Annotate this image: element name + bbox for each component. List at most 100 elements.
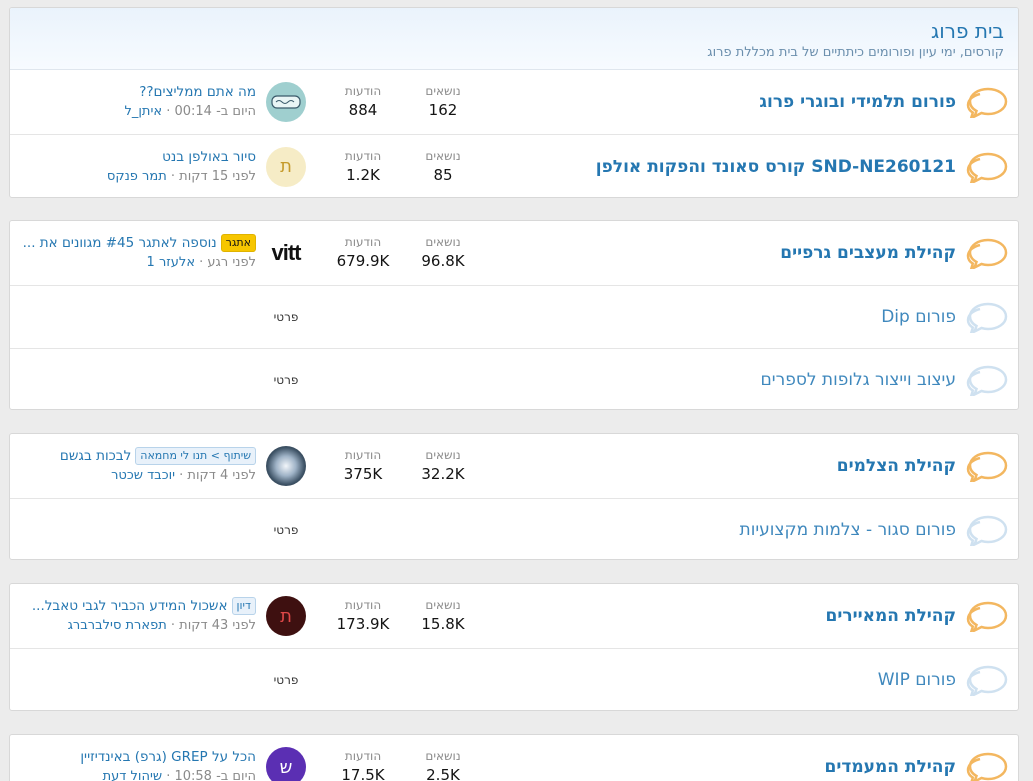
last-post-user[interactable]: אלעזר 1 [147, 255, 195, 270]
posts-stat: הודעות 679.9K [328, 234, 398, 272]
forum-node-row: פורום WIP פרטי [10, 648, 1018, 710]
last-post-title-wrap: שיתוף > תנו לי מחמאהלבכות בגשם [16, 446, 256, 466]
last-post-user[interactable]: שיהול דעת [103, 769, 162, 781]
forum-read-icon[interactable] [966, 514, 1008, 546]
forum-title[interactable]: פורום תלמידי ובוגרי פרוג [759, 92, 956, 112]
last-post-time[interactable]: לפני 15 דקות · [167, 169, 256, 184]
posts-stat: הודעות 375K [328, 447, 398, 485]
avatar[interactable] [266, 82, 306, 122]
forum-title[interactable]: SND-NE260121 קורס סאונד והפקות אולפן [596, 157, 956, 177]
private-label: פרטי [273, 522, 299, 537]
forum-unread-icon[interactable] [966, 751, 1008, 781]
topics-label: נושאים [425, 598, 461, 612]
last-post-user[interactable]: תמר פנקס [107, 169, 167, 184]
posts-label: הודעות [344, 448, 382, 462]
avatar[interactable] [266, 446, 306, 486]
thread-prefix-badge[interactable]: שיתוף > תנו לי מחמאה [135, 447, 256, 465]
last-post-user[interactable]: יוכבד שכטר [111, 468, 175, 483]
forum-read-icon[interactable] [966, 664, 1008, 697]
category-block-beit-frog: בית פרוג קורסים, ימי עיון ופורומים כיתתי… [9, 7, 1019, 198]
forum-unread-icon[interactable] [966, 237, 1008, 270]
topics-label: נושאים [425, 84, 461, 98]
forum-unread-icon[interactable] [966, 86, 1008, 119]
last-post-title[interactable]: נוספה לאתגר #45 מגוונים את ... [23, 235, 217, 251]
last-post-meta: לפני 4 דקות · יוכבד שכטר [16, 466, 256, 486]
forum-title[interactable]: פורום WIP [878, 670, 956, 690]
topics-stat: נושאים 32.2K [408, 447, 478, 485]
topics-stat: נושאים 15.8K [408, 597, 478, 635]
category-block-photographers: קהילת הצלמים נושאים 32.2K הודעות 375K שי… [9, 433, 1019, 560]
topics-stat: נושאים 96.8K [408, 234, 478, 272]
forum-unread-icon[interactable] [966, 151, 1008, 183]
last-post: אתגרנוספה לאתגר #45 מגוונים את ... לפני … [16, 233, 256, 273]
avatar[interactable]: ת [266, 146, 306, 187]
forum-node-row: פורום סגור - צלמות מקצועיות פרטי [10, 498, 1018, 559]
last-post-title[interactable]: מה אתם ממליצים?? [16, 82, 256, 102]
forum-title[interactable]: קהילת מעצבים גרפיים [780, 243, 956, 263]
topics-count: 162 [428, 101, 458, 119]
last-post-meta: היום ב- 10:58 · שיהול דעת [16, 767, 256, 781]
last-post: שיתוף > תנו לי מחמאהלבכות בגשם לפני 4 דק… [16, 446, 256, 486]
forum-node-row: קהילת הצלמים נושאים 32.2K הודעות 375K שי… [10, 434, 1018, 498]
category-block-layout: קהילת המעמדים נושאים 2.5K הודעות 17.5K ש… [9, 734, 1019, 781]
forum-read-icon[interactable] [966, 364, 1008, 397]
forum-title[interactable]: פורום Dip [881, 307, 956, 327]
topics-label: נושאים [425, 448, 461, 462]
private-label: פרטי [273, 310, 299, 324]
last-post-time[interactable]: לפני רגע · [195, 255, 256, 270]
topics-stat: נושאים 162 [408, 83, 478, 121]
forum-node-row: קהילת מעצבים גרפיים נושאים 96.8K הודעות … [10, 221, 1018, 285]
topics-label: נושאים [425, 148, 461, 163]
last-post: הכל על GREP (גרפ) באינדיזיין היום ב- 10:… [16, 747, 256, 781]
posts-count: 173.9K [336, 615, 390, 633]
posts-count: 375K [343, 465, 383, 483]
topics-label: נושאים [425, 749, 461, 763]
forum-node-row: קהילת המעמדים נושאים 2.5K הודעות 17.5K ש… [10, 735, 1018, 781]
forum-read-icon[interactable] [966, 301, 1008, 334]
last-post-time[interactable]: לפני 4 דקות · [175, 468, 256, 483]
posts-label: הודעות [344, 598, 382, 612]
last-post-meta: היום ב- 00:14 · איתן_ל [16, 102, 257, 122]
forum-title[interactable]: קהילת המאיירים [826, 606, 956, 626]
last-post-title[interactable]: אשכול המידע הכביר לגבי טאבל... [32, 598, 228, 614]
forum-node-row: פורום Dip פרטי [10, 285, 1018, 348]
avatar[interactable]: ש [266, 747, 306, 781]
forum-title[interactable]: קהילת המעמדים [825, 757, 956, 777]
last-post: מה אתם ממליצים?? היום ב- 00:14 · איתן_ל [16, 82, 257, 122]
last-post-title[interactable]: סיור באולפן בנט [16, 147, 256, 167]
posts-label: הודעות [344, 84, 382, 98]
last-post-time[interactable]: היום ב- 10:58 · [162, 769, 256, 781]
posts-stat: הודעות 884 [328, 83, 398, 121]
last-post: סיור באולפן בנט לפני 15 דקות · תמר פנקס [16, 147, 256, 187]
posts-stat: הודעות 17.5K [328, 748, 398, 781]
topics-count: 96.8K [421, 252, 465, 270]
topics-count: 2.5K [426, 766, 460, 781]
topics-label: נושאים [425, 235, 461, 249]
thread-prefix-badge[interactable]: דיון [231, 597, 256, 615]
avatar[interactable]: vitt [266, 233, 306, 273]
forum-node-row: עיצוב וייצור גלופות לספרים פרטי [10, 348, 1018, 409]
posts-count: 884 [348, 101, 378, 119]
avatar[interactable]: ת [266, 596, 306, 636]
last-post-time[interactable]: לפני 43 דקות · [167, 618, 256, 633]
forum-unread-icon[interactable] [966, 450, 1008, 483]
last-post-time[interactable]: היום ב- 00:14 · [162, 104, 256, 119]
category-title[interactable]: בית פרוג [24, 18, 1004, 44]
posts-label: הודעות [344, 749, 382, 763]
last-post-meta: לפני 15 דקות · תמר פנקס [16, 167, 256, 187]
last-post-title[interactable]: לבכות בגשם [60, 448, 131, 464]
forum-title[interactable]: עיצוב וייצור גלופות לספרים [761, 370, 956, 390]
category-header: בית פרוג קורסים, ימי עיון ופורומים כיתתי… [10, 8, 1018, 70]
forum-node-row: קהילת המאיירים נושאים 15.8K הודעות 173.9… [10, 584, 1018, 648]
last-post-user[interactable]: תפארת סילברברג [68, 618, 167, 633]
forum-title[interactable]: קהילת הצלמים [837, 456, 956, 476]
last-post-title[interactable]: הכל על GREP (גרפ) באינדיזיין [16, 747, 256, 767]
category-description: קורסים, ימי עיון ופורומים כיתתיים של בית… [707, 45, 1004, 60]
posts-label: הודעות [344, 235, 382, 249]
forum-title[interactable]: פורום סגור - צלמות מקצועיות [740, 520, 956, 540]
posts-stat: הודעות 173.9K [328, 597, 398, 635]
thread-prefix-badge[interactable]: אתגר [220, 234, 256, 252]
category-block-illustrators: קהילת המאיירים נושאים 15.8K הודעות 173.9… [9, 583, 1019, 711]
forum-unread-icon[interactable] [966, 600, 1008, 633]
last-post-user[interactable]: איתן_ל [125, 104, 163, 119]
